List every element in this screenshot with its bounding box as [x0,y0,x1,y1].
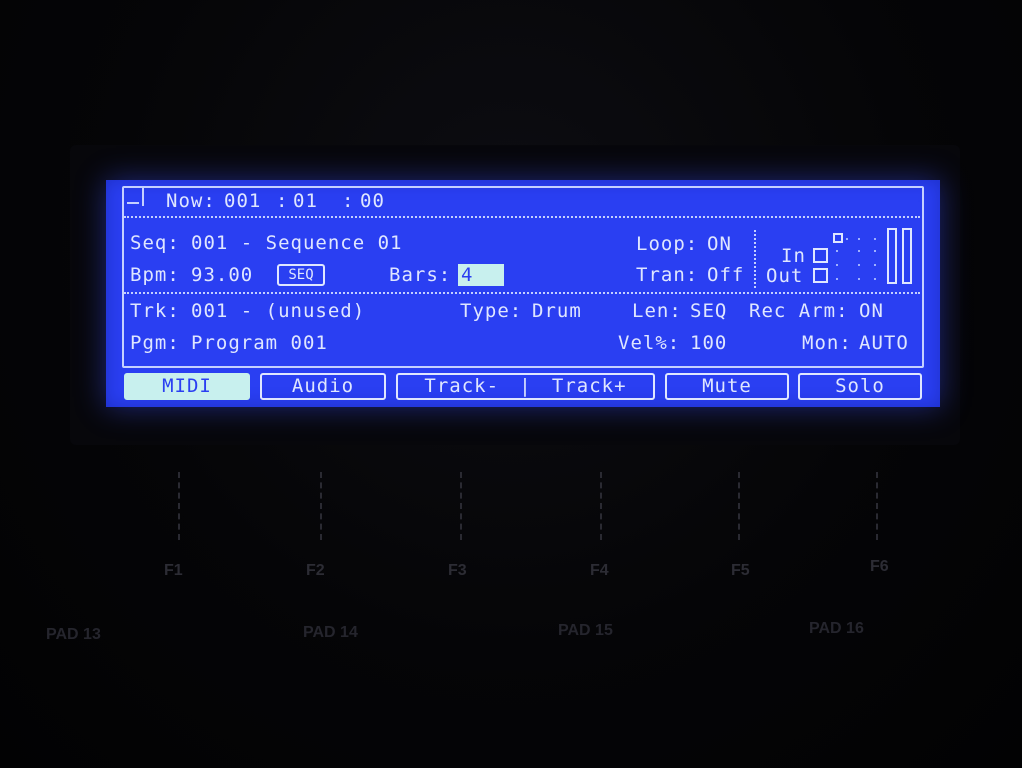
pad-13[interactable]: PAD 13 [46,626,101,644]
bpm-source-badge[interactable]: SEQ [277,264,325,286]
track-minus-softkey[interactable]: Track- [398,375,526,398]
meter-dot [846,238,848,240]
track-nav-softkey[interactable]: Track- | Track+ [396,373,655,400]
mute-softkey[interactable]: Mute [665,373,789,400]
meter-dot [836,278,838,280]
now-bar: 001 [224,190,262,212]
mon-label: Mon: [802,332,852,354]
pad-16[interactable]: PAD 16 [809,620,864,638]
input-indicator-icon [813,248,828,263]
f3-button[interactable]: F3 [448,562,467,580]
f1-tick [178,472,180,540]
midi-softkey[interactable]: MIDI [124,373,250,400]
f1-button[interactable]: F1 [164,562,183,580]
meter-dot [858,264,860,266]
rec-arm-value[interactable]: ON [859,302,884,321]
f5-button[interactable]: F5 [731,562,750,580]
len-value[interactable]: SEQ [690,302,727,321]
menu-icon[interactable] [124,188,144,206]
f5-tick [738,472,740,540]
pgm-value[interactable]: Program 001 [191,334,328,353]
loop-value[interactable]: ON [707,235,732,254]
in-label: In [781,245,806,267]
now-label: Now: [166,190,216,212]
type-value[interactable]: Drum [532,302,582,321]
bars-value[interactable]: 4 [458,264,504,286]
meter-dot [858,278,860,280]
output-indicator-icon [813,268,828,283]
len-label: Len: [632,300,682,322]
now-separator: : [342,190,355,212]
type-label: Type: [460,300,523,322]
now-separator: : [276,190,289,212]
f3-tick [460,472,462,540]
f6-tick [876,472,878,540]
meter-dot [836,250,838,252]
now-beat: 01 [293,190,318,212]
meter-dot [858,250,860,252]
now-tick: 00 [360,190,385,212]
meter-dot [858,238,860,240]
pad-15[interactable]: PAD 15 [558,622,613,640]
bpm-label: Bpm: [130,264,180,286]
header-divider [124,216,920,218]
tran-label: Tran: [636,264,699,286]
f4-tick [600,472,602,540]
loop-label: Loop: [636,233,699,255]
f4-button[interactable]: F4 [590,562,609,580]
trk-value[interactable]: 001 - (unused) [191,302,365,321]
vel-label: Vel%: [618,332,681,354]
meter-dot [874,264,876,266]
seq-value[interactable]: 001 - Sequence 01 [191,234,402,253]
pgm-label: Pgm: [130,332,180,354]
meter-dot [874,278,876,280]
section-divider [124,292,920,294]
tran-value[interactable]: Off [707,266,744,285]
out-label: Out [766,265,804,287]
solo-softkey[interactable]: Solo [798,373,922,400]
lcd-screen: Now: 001 : 01 : 00 Seq: 001 - Sequence 0… [106,180,940,407]
f2-tick [320,472,322,540]
rec-arm-label: Rec Arm: [749,300,849,322]
io-divider [754,230,756,288]
seq-label: Seq: [130,232,180,254]
meter-dot [874,238,876,240]
vel-value[interactable]: 100 [690,334,727,353]
audio-softkey[interactable]: Audio [260,373,386,400]
meter-dot [874,250,876,252]
level-meter-right-icon [902,228,912,284]
meter-dot [836,264,838,266]
mon-value[interactable]: AUTO [859,334,909,353]
level-meter-left-icon [887,228,897,284]
f2-button[interactable]: F2 [306,562,325,580]
pad-14[interactable]: PAD 14 [303,624,358,642]
track-plus-softkey[interactable]: Track+ [526,375,654,398]
bpm-value[interactable]: 93.00 [191,266,253,285]
mpc-device: Now: 001 : 01 : 00 Seq: 001 - Sequence 0… [0,0,1022,768]
f6-button[interactable]: F6 [870,558,889,576]
bars-label: Bars: [389,264,452,286]
trk-label: Trk: [130,300,180,322]
meter-top-icon [833,233,843,243]
